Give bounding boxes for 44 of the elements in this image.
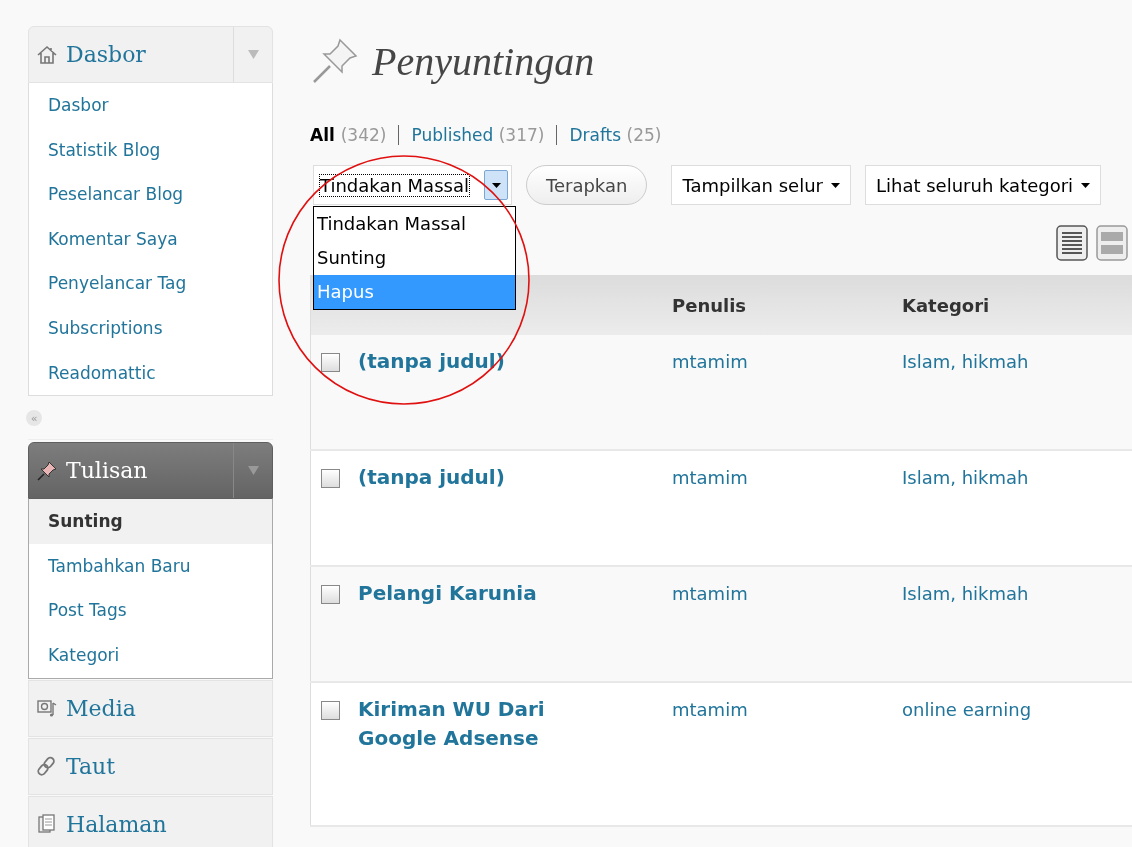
menu-section-title[interactable]: Dasbor xyxy=(66,42,233,67)
menu-item[interactable]: Post Tags xyxy=(29,588,272,633)
menu-section-title[interactable]: Media xyxy=(66,695,272,721)
menu-section-title[interactable]: Tulisan xyxy=(66,458,233,484)
menu-section-header[interactable]: Taut xyxy=(28,737,273,795)
menu-section-title[interactable]: Halaman xyxy=(66,811,272,837)
category-links[interactable]: Islam, hikmah xyxy=(902,583,1029,604)
author-link[interactable]: mtamim xyxy=(672,699,748,720)
status-filter-link[interactable]: Published (317) xyxy=(411,125,545,145)
category-links[interactable]: Islam, hikmah xyxy=(902,351,1029,372)
menu-item[interactable]: Komentar Saya xyxy=(29,216,272,262)
menu-item[interactable]: Readomattic xyxy=(29,350,272,396)
bulk-actions-dropdown[interactable]: Tindakan Massal xyxy=(313,165,512,205)
menu-item[interactable]: Peselancar Blog xyxy=(29,172,272,217)
status-filter-link[interactable]: All (342) xyxy=(310,125,387,145)
menu-section-title[interactable]: Taut xyxy=(66,753,272,779)
menu-item[interactable]: Kategori xyxy=(29,632,272,678)
status-filter-link[interactable]: Drafts (25) xyxy=(569,125,662,145)
column-header[interactable]: Kategori xyxy=(902,294,990,316)
post-title-link[interactable]: (tanpa judul) xyxy=(358,463,578,492)
column-header[interactable]: Penulis xyxy=(672,294,747,316)
author-link[interactable]: mtamim xyxy=(672,467,748,488)
category-links[interactable]: online earning xyxy=(902,699,1032,720)
menu-section-header[interactable]: Tulisan xyxy=(28,442,273,500)
menu-item[interactable]: Subscriptions xyxy=(29,305,272,351)
filter-dropdown[interactable]: Tampilkan selur xyxy=(671,165,851,205)
apply-button[interactable]: Terapkan xyxy=(526,165,648,205)
category-links[interactable]: Islam, hikmah xyxy=(902,467,1029,488)
filter-dropdown[interactable]: Lihat seluruh kategori xyxy=(864,165,1102,205)
menu-section-header[interactable]: Halaman xyxy=(28,795,273,847)
post-title-link[interactable]: Pelangi Karunia xyxy=(358,579,578,608)
menu-section-header[interactable]: Dasbor xyxy=(28,26,273,83)
dropdown-option[interactable]: Sunting xyxy=(314,241,515,275)
menu-item[interactable]: Statistik Blog xyxy=(29,127,272,173)
menu-item[interactable]: Sunting xyxy=(29,499,272,544)
menu-section-header[interactable]: Media xyxy=(28,679,273,737)
author-link[interactable]: mtamim xyxy=(672,583,748,604)
page-title: Penyuntingan xyxy=(372,37,595,85)
dropdown-option[interactable]: Hapus xyxy=(314,275,515,309)
dropdown-option[interactable]: Tindakan Massal xyxy=(314,207,515,241)
menu-item[interactable]: Tambahkan Baru xyxy=(29,543,272,589)
menu-item[interactable]: Penyelancar Tag xyxy=(29,261,272,306)
menu-item[interactable]: Dasbor xyxy=(29,83,272,128)
author-link[interactable]: mtamim xyxy=(672,351,748,372)
